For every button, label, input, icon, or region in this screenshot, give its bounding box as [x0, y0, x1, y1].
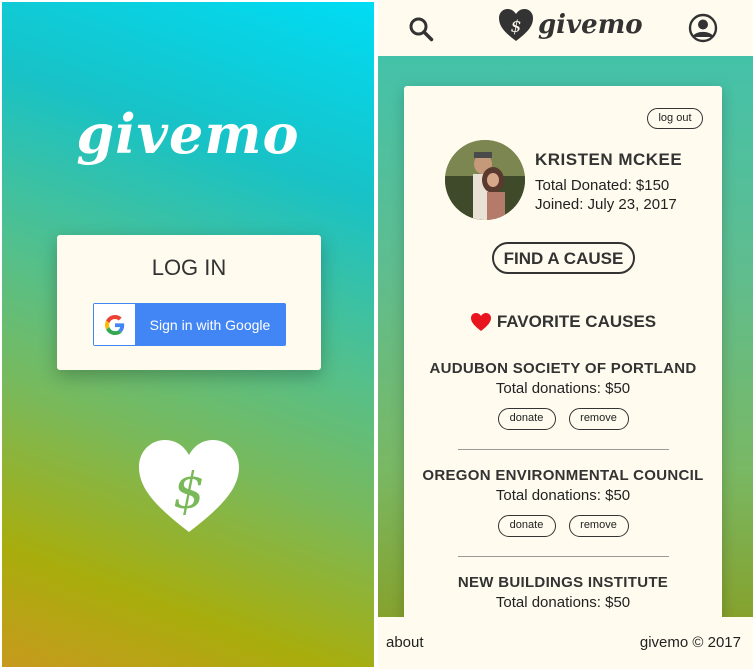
google-logo-icon	[94, 304, 135, 345]
cause-item: AUDUBON SOCIETY OF PORTLAND Total donati…	[404, 360, 722, 430]
remove-button[interactable]: remove	[568, 408, 629, 430]
joined-date: Joined: July 23, 2017	[535, 196, 677, 213]
cause-item: OREGON ENVIRONMENTAL COUNCIL Total donat…	[404, 467, 722, 537]
profile-card: log out KRISTEN MCKEE Total Donated: $15…	[404, 86, 722, 626]
cause-name: OREGON ENVIRONMENTAL COUNCIL	[422, 467, 704, 484]
cause-total: Total donations: $50	[495, 487, 631, 504]
google-sign-in-label: Sign in with Google	[149, 316, 271, 333]
profile-screen: $ givemo log out KRISTEN MCKEE Total Don…	[378, 0, 753, 669]
svg-text:$: $	[511, 17, 522, 37]
favorite-causes-title: FAVORITE CAUSES	[496, 312, 657, 331]
footer: about givemo © 2017	[378, 617, 753, 669]
nav-brand[interactable]: $ givemo	[498, 8, 643, 42]
heart-dollar-logo-icon: $	[499, 9, 533, 41]
divider	[458, 449, 669, 450]
login-screen: givemo LOG IN Sign in with Google $	[2, 2, 374, 667]
avatar	[445, 140, 525, 220]
cause-total: Total donations: $50	[495, 380, 631, 397]
divider	[458, 556, 669, 557]
find-cause-button[interactable]: FIND A CAUSE	[492, 242, 635, 274]
cause-total: Total donations: $50	[495, 594, 631, 611]
heart-dollar-icon: $	[139, 440, 239, 532]
top-nav-bar: $ givemo	[378, 0, 753, 56]
brand-logo: givemo	[76, 102, 300, 166]
user-account-icon[interactable]	[688, 13, 718, 43]
search-icon[interactable]	[408, 16, 434, 42]
cause-name: AUDUBON SOCIETY OF PORTLAND	[429, 360, 697, 377]
favorite-causes-header: FAVORITE CAUSES	[404, 312, 722, 332]
heart-icon	[470, 313, 491, 331]
about-link[interactable]: about	[386, 634, 424, 651]
copyright-text: givemo © 2017	[639, 634, 741, 651]
nav-brand-text: givemo	[538, 10, 643, 40]
login-card: LOG IN Sign in with Google	[57, 235, 321, 370]
remove-button[interactable]: remove	[568, 515, 629, 537]
total-donated: Total Donated: $150	[535, 177, 670, 194]
cause-item: NEW BUILDINGS INSTITUTE Total donations:…	[404, 574, 722, 611]
donate-button[interactable]: donate	[497, 408, 556, 430]
user-name: KRISTEN MCKEE	[535, 150, 683, 169]
svg-text:$: $	[173, 462, 205, 520]
login-title: LOG IN	[151, 255, 227, 280]
cause-name: NEW BUILDINGS INSTITUTE	[457, 574, 669, 591]
logout-button[interactable]: log out	[647, 108, 703, 129]
google-sign-in-button[interactable]: Sign in with Google	[93, 303, 286, 346]
donate-button[interactable]: donate	[497, 515, 556, 537]
